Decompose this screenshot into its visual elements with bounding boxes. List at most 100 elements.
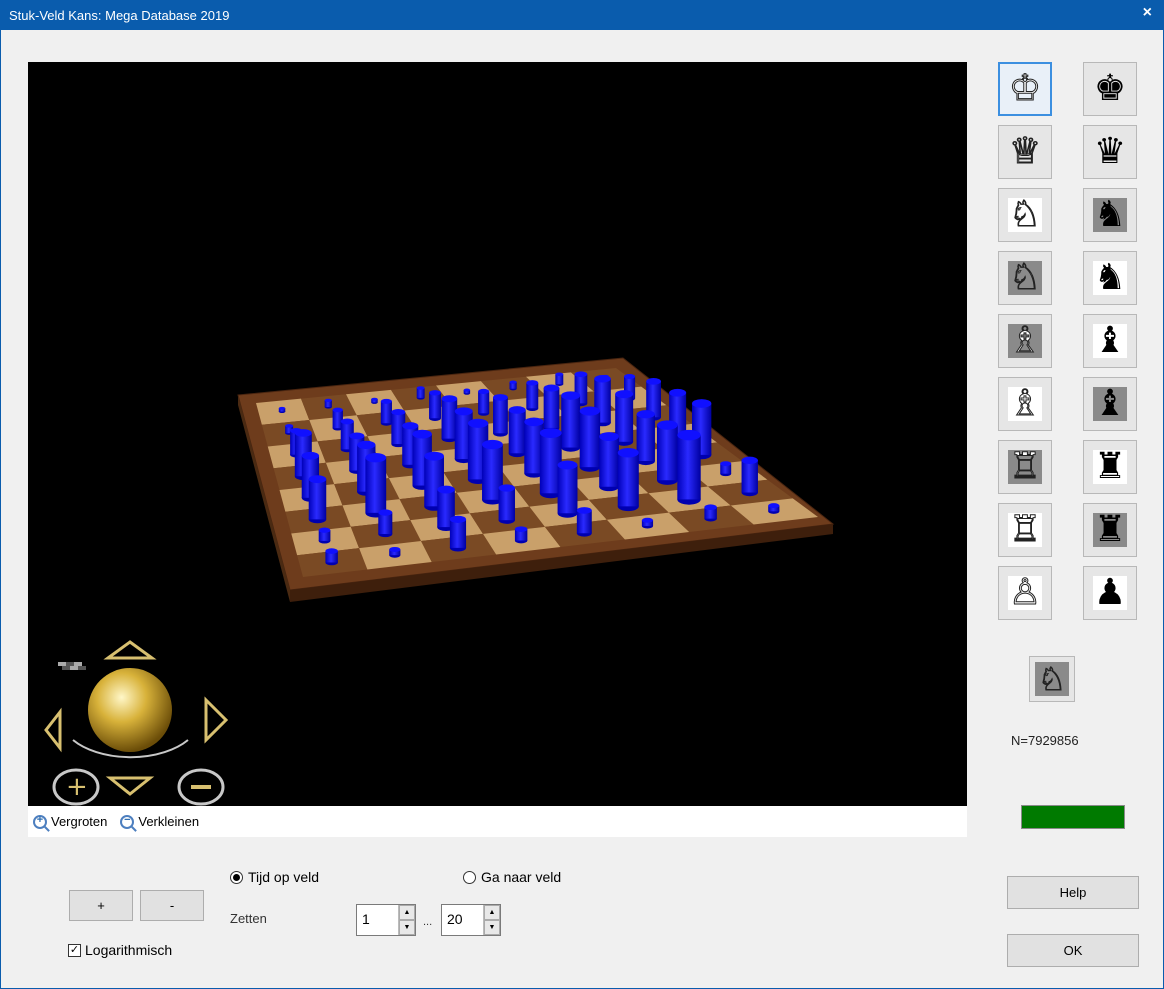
probability-bar xyxy=(741,456,758,497)
black-bishop-light-icon: ♝ xyxy=(1093,320,1127,361)
piece-button-black-knight-light[interactable]: ♞ xyxy=(1083,251,1137,305)
current-piece-icon: ♘ xyxy=(1037,660,1067,699)
probability-bar xyxy=(318,527,331,544)
zoom-out-label: Verkleinen xyxy=(138,814,200,829)
radio-dot xyxy=(230,870,243,884)
spin-up-icon[interactable]: ▲ xyxy=(484,905,500,920)
black-knight-light-icon: ♞ xyxy=(1093,257,1127,298)
decrease-button[interactable]: - xyxy=(140,890,204,921)
probability-bar xyxy=(561,391,581,452)
piece-button-black-knight-dark[interactable]: ♞ xyxy=(1083,188,1137,242)
increase-button[interactable]: + xyxy=(69,890,133,921)
mode-time-radio[interactable]: Tijd op veld xyxy=(230,869,319,885)
window-title: Stuk-Veld Kans: Mega Database 2019 xyxy=(9,8,230,23)
probability-bar xyxy=(380,398,392,426)
probability-bar xyxy=(514,526,528,544)
zoom-in-button[interactable]: + Vergroten xyxy=(33,814,107,829)
probability-bar xyxy=(429,390,441,421)
piece-button-white-queen[interactable]: ♕ xyxy=(998,125,1052,179)
board-reset-icon xyxy=(58,662,86,670)
nav-left-icon xyxy=(44,707,62,753)
radio-dot xyxy=(463,870,476,884)
probability-bar xyxy=(543,384,560,432)
spin-down-icon[interactable]: ▼ xyxy=(399,920,415,935)
piece-button-white-rook-light[interactable]: ♖ xyxy=(998,503,1052,557)
white-bishop-dark-icon: ♗ xyxy=(1008,320,1042,361)
ok-button[interactable]: OK xyxy=(1007,934,1139,967)
white-bishop-light-icon: ♗ xyxy=(1008,383,1042,424)
probability-bar xyxy=(636,410,655,466)
mode-time-label: Tijd op veld xyxy=(248,869,320,885)
piece-button-black-queen[interactable]: ♛ xyxy=(1083,125,1137,179)
probability-bar xyxy=(508,406,526,458)
moves-to-spinner[interactable]: 20 ▲ ▼ xyxy=(441,904,501,936)
probability-bar xyxy=(704,504,717,522)
mode-goto-label: Ga naar veld xyxy=(481,869,562,885)
mode-goto-radio[interactable]: Ga naar veld xyxy=(463,869,561,885)
range-separator: ... xyxy=(423,916,433,928)
board-3d-canvas: + xyxy=(44,357,835,806)
piece-button-white-king[interactable]: ♔ xyxy=(998,62,1052,116)
black-queen-icon: ♛ xyxy=(1093,131,1127,172)
black-king-icon: ♚ xyxy=(1093,68,1127,109)
logarithmic-checkbox[interactable]: ✓ Logarithmisch xyxy=(68,942,172,958)
probability-bar xyxy=(509,380,517,391)
white-knight-light-icon: ♘ xyxy=(1008,194,1042,235)
white-knight-dark-icon: ♘ xyxy=(1008,257,1042,298)
help-button[interactable]: Help xyxy=(1007,876,1139,909)
probability-bar xyxy=(389,546,401,558)
piece-button-white-bishop-light[interactable]: ♗ xyxy=(998,377,1052,431)
piece-button-white-knight-light[interactable]: ♘ xyxy=(998,188,1052,242)
nav-down-icon xyxy=(105,776,155,796)
progress-fill xyxy=(1022,806,1124,828)
probability-bar xyxy=(449,515,467,552)
probability-bar xyxy=(656,420,678,485)
piece-button-white-bishop-dark[interactable]: ♗ xyxy=(998,314,1052,368)
spin-down-icon[interactable]: ▼ xyxy=(484,920,500,935)
probability-bar xyxy=(617,447,639,512)
piece-button-black-king[interactable]: ♚ xyxy=(1083,62,1137,116)
sample-count: N=7929856 xyxy=(1011,733,1079,748)
piece-button-black-bishop-light[interactable]: ♝ xyxy=(1083,314,1137,368)
piece-button-white-rook-dark[interactable]: ♖ xyxy=(998,440,1052,494)
probability-bar xyxy=(278,406,286,414)
probability-bar xyxy=(371,397,378,404)
black-knight-dark-icon: ♞ xyxy=(1093,194,1127,235)
white-rook-dark-icon: ♖ xyxy=(1008,446,1042,487)
white-queen-icon: ♕ xyxy=(1008,131,1042,172)
zoom-out-icon: − xyxy=(120,814,135,829)
probability-bar xyxy=(365,452,387,518)
white-rook-light-icon: ♖ xyxy=(1008,509,1042,550)
probability-bar xyxy=(478,388,490,416)
spin-up-icon[interactable]: ▲ xyxy=(399,905,415,920)
probability-bar xyxy=(324,398,332,409)
moves-from-spinner[interactable]: 1 ▲ ▼ xyxy=(356,904,416,936)
piece-button-white-knight-dark[interactable]: ♘ xyxy=(998,251,1052,305)
piece-button-black-bishop-dark[interactable]: ♝ xyxy=(1083,377,1137,431)
probability-bar xyxy=(579,406,601,472)
title-bar: Stuk-Veld Kans: Mega Database 2019 × xyxy=(0,0,1164,30)
probability-bar xyxy=(641,517,654,529)
board-3d-viewport[interactable]: + xyxy=(28,62,967,806)
piece-button-white-pawn[interactable]: ♙ xyxy=(998,566,1052,620)
zoom-in-icon: + xyxy=(33,814,47,829)
probability-bar xyxy=(463,388,471,395)
piece-button-black-pawn[interactable]: ♟ xyxy=(1083,566,1137,620)
window-border-left xyxy=(0,30,1,989)
probability-bar xyxy=(416,386,425,400)
probability-bar xyxy=(498,484,515,524)
probability-bar xyxy=(378,509,393,538)
svg-text:+: + xyxy=(66,772,88,802)
progress-bar xyxy=(1021,805,1125,829)
probability-bar xyxy=(555,372,564,386)
piece-button-black-rook-light[interactable]: ♜ xyxy=(1083,440,1137,494)
close-icon[interactable]: × xyxy=(1143,4,1152,22)
zoom-out-button[interactable]: − Verkleinen xyxy=(120,814,199,829)
nav-trackball-icon xyxy=(88,668,172,752)
probability-bar xyxy=(493,394,508,437)
probability-bar xyxy=(308,475,327,524)
piece-button-black-rook-dark[interactable]: ♜ xyxy=(1083,503,1137,557)
black-rook-light-icon: ♜ xyxy=(1093,446,1127,487)
logarithmic-label: Logarithmisch xyxy=(85,942,173,958)
zoom-bar: + Vergroten − Verkleinen xyxy=(28,806,967,837)
